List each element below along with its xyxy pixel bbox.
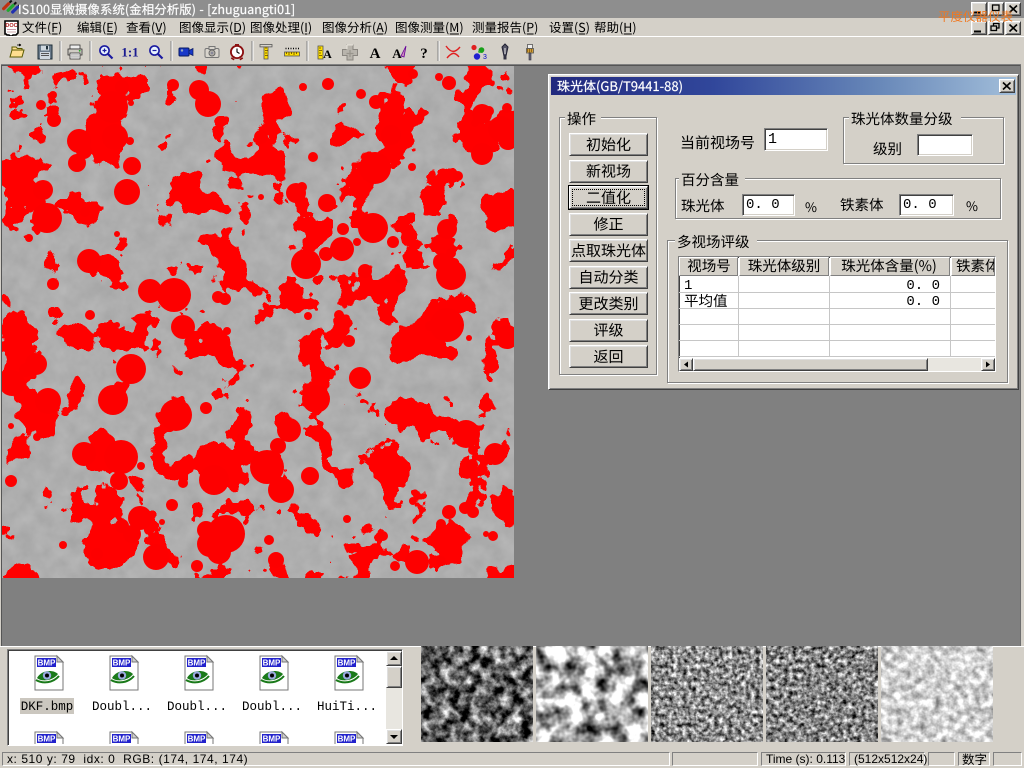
- svg-text:DOC: DOC: [5, 23, 17, 29]
- svg-text:3: 3: [483, 54, 487, 61]
- svg-text:1:1: 1:1: [121, 45, 138, 60]
- svg-text:A: A: [323, 47, 332, 61]
- svg-text:BMP: BMP: [188, 659, 206, 668]
- svg-text:BMP: BMP: [113, 659, 131, 668]
- svg-text:BMP: BMP: [338, 659, 356, 668]
- svg-text:A: A: [370, 46, 381, 62]
- svg-text:Doubl...: Doubl...: [242, 700, 302, 714]
- svg-text:Doubl...: Doubl...: [92, 700, 152, 714]
- svg-text:BMP: BMP: [338, 735, 356, 744]
- svg-text:BMP: BMP: [38, 659, 56, 668]
- svg-text:HuiTi...: HuiTi...: [317, 700, 377, 714]
- svg-text:BMP: BMP: [263, 659, 281, 668]
- svg-text:A: A: [392, 46, 402, 61]
- svg-text:BMP: BMP: [113, 735, 131, 744]
- svg-text:BMP: BMP: [188, 735, 206, 744]
- svg-text:Doubl...: Doubl...: [167, 700, 227, 714]
- svg-text:DKF.bmp: DKF.bmp: [21, 700, 74, 714]
- svg-text:?: ?: [420, 46, 428, 62]
- svg-text:BMP: BMP: [38, 735, 56, 744]
- svg-text:BMP: BMP: [263, 735, 281, 744]
